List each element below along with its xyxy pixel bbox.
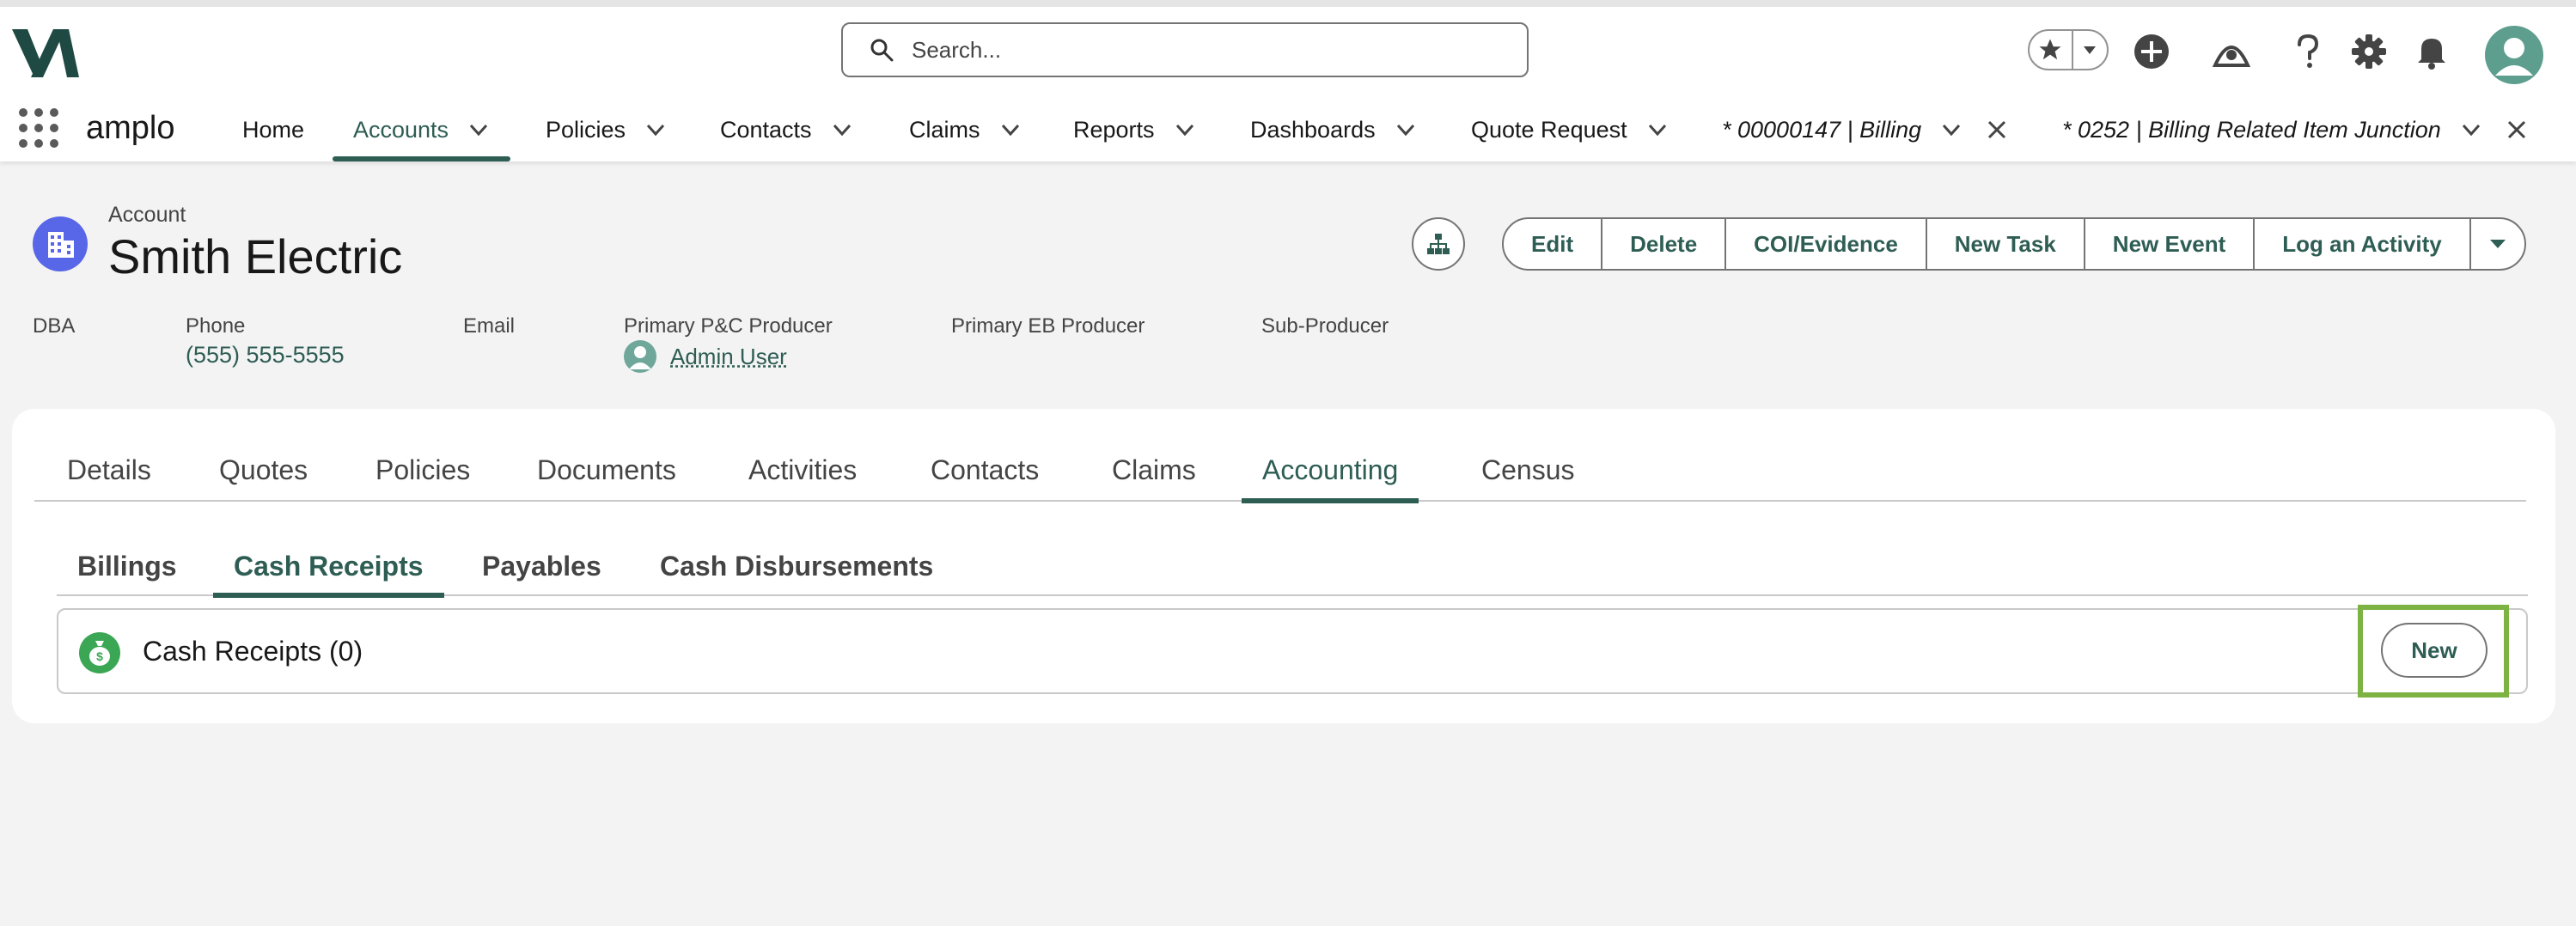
close-icon[interactable] (2506, 119, 2527, 140)
app-launcher-icon[interactable] (19, 108, 58, 148)
nav-item-label: Reports (1073, 116, 1155, 143)
subtab-cash-disbursements[interactable]: Cash Disbursements (660, 538, 933, 594)
more-actions-button[interactable] (2471, 219, 2524, 269)
tab-policies[interactable]: Policies (375, 440, 470, 500)
nav-tab-billing-related-item[interactable]: * 0252 | Billing Related Item Junction (2062, 100, 2527, 160)
record-title: Smith Electric (108, 229, 403, 283)
chevron-down-icon[interactable] (1646, 119, 1669, 141)
nav-tab-billing[interactable]: * 00000147 | Billing (1722, 100, 2007, 160)
caret-down-icon (2489, 240, 2506, 248)
new-cash-receipt-button[interactable]: New (2381, 623, 2487, 678)
nav-item-label: Contacts (720, 116, 812, 143)
cash-receipt-icon: $ (79, 632, 120, 673)
tab-claims[interactable]: Claims (1112, 440, 1196, 500)
app-name: amplo (86, 110, 175, 146)
admin-user-link[interactable]: Admin User (670, 344, 787, 370)
close-icon[interactable] (1987, 119, 2007, 140)
nav-item-label: Accounts (353, 116, 449, 143)
search-icon (870, 39, 894, 62)
chevron-down-icon[interactable] (1395, 119, 1417, 141)
highlight-label-primary-pc-producer: Primary P&C Producer (624, 314, 833, 338)
coi-evidence-button[interactable]: COI/Evidence (1726, 219, 1927, 269)
nav-item-label: Dashboards (1250, 116, 1376, 143)
favorites-star-icon[interactable] (2030, 31, 2073, 69)
highlight-label-primary-eb-producer: Primary EB Producer (951, 314, 1145, 338)
new-event-button[interactable]: New Event (2085, 219, 2256, 269)
nav-item-dashboards[interactable]: Dashboards (1250, 100, 1417, 160)
accounting-subtabs: Billings Cash Receipts Payables Cash Dis… (57, 538, 2528, 598)
user-avatar-icon[interactable] (2485, 26, 2543, 84)
record-type-label: Account (108, 203, 186, 227)
setup-gear-icon[interactable] (2348, 31, 2390, 72)
tab-contacts[interactable]: Contacts (931, 440, 1039, 500)
chevron-down-icon[interactable] (999, 119, 1022, 141)
search-input[interactable] (912, 36, 1496, 64)
edit-button[interactable]: Edit (1504, 219, 1603, 269)
tab-census[interactable]: Census (1481, 440, 1575, 500)
chevron-down-icon[interactable] (467, 119, 490, 141)
record-detail-card: Details Quotes Policies Documents Activi… (12, 409, 2555, 723)
view-hierarchy-button[interactable] (1412, 217, 1465, 271)
highlight-label-phone: Phone (186, 314, 246, 338)
subtab-payables[interactable]: Payables (482, 538, 601, 594)
add-icon[interactable] (2131, 31, 2172, 72)
nav-item-contacts[interactable]: Contacts (720, 100, 853, 160)
app-nav-bar: amplo Home Accounts Policies Contacts Cl… (0, 100, 2576, 161)
new-task-button[interactable]: New Task (1927, 219, 2085, 269)
nav-item-accounts[interactable]: Accounts (332, 100, 511, 161)
related-list-title[interactable]: Cash Receipts (0) (143, 636, 363, 667)
trailhead-icon[interactable] (2211, 31, 2252, 72)
highlight-label-email: Email (463, 314, 516, 338)
chevron-down-icon[interactable] (1940, 119, 1963, 141)
help-icon[interactable] (2287, 31, 2329, 72)
nav-item-policies[interactable]: Policies (546, 100, 667, 160)
nav-item-reports[interactable]: Reports (1073, 100, 1196, 160)
chevron-down-icon[interactable] (831, 119, 853, 141)
tab-details[interactable]: Details (67, 440, 151, 500)
favorites-dropdown-icon[interactable] (2073, 31, 2107, 69)
record-tabs: Details Quotes Policies Documents Activi… (34, 440, 2526, 503)
favorites-button-group (2028, 29, 2109, 70)
tab-documents[interactable]: Documents (537, 440, 676, 500)
subtab-billings[interactable]: Billings (77, 538, 177, 594)
tab-activities[interactable]: Activities (748, 440, 857, 500)
nav-item-quote-request[interactable]: Quote Request (1471, 100, 1669, 160)
highlight-value-phone[interactable]: (555) 555-5555 (186, 342, 345, 369)
chevron-down-icon[interactable] (2460, 119, 2482, 141)
global-search[interactable] (841, 22, 1529, 77)
user-avatar-icon (624, 340, 656, 373)
nav-item-label: Quote Request (1471, 116, 1627, 143)
global-header (0, 0, 2576, 100)
chevron-down-icon[interactable] (1174, 119, 1196, 141)
tab-accounting[interactable]: Accounting (1241, 440, 1419, 503)
nav-item-label: Claims (909, 116, 980, 143)
svg-text:$: $ (96, 649, 103, 663)
highlight-label-dba: DBA (33, 314, 76, 338)
primary-pc-producer-value: Admin User (624, 340, 787, 373)
tab-quotes[interactable]: Quotes (219, 440, 308, 500)
subtab-cash-receipts[interactable]: Cash Receipts (213, 538, 444, 598)
highlight-label-sub-producer: Sub-Producer (1261, 314, 1389, 338)
account-record-icon (33, 216, 88, 271)
nav-tab-label: * 0252 | Billing Related Item Junction (2062, 116, 2441, 143)
nav-item-label: Home (242, 116, 305, 143)
log-activity-button[interactable]: Log an Activity (2255, 219, 2471, 269)
delete-button[interactable]: Delete (1602, 219, 1727, 269)
nav-tab-label: * 00000147 | Billing (1722, 116, 1922, 143)
hierarchy-icon (1427, 234, 1450, 254)
record-actions: Edit Delete COI/Evidence New Task New Ev… (1502, 217, 2526, 271)
nav-item-label: Policies (546, 116, 626, 143)
chevron-down-icon[interactable] (644, 119, 667, 141)
nav-item-home[interactable]: Home (242, 100, 304, 160)
amplo-logo-icon[interactable] (12, 26, 81, 81)
nav-item-claims[interactable]: Claims (909, 100, 1022, 160)
notifications-bell-icon[interactable] (2411, 31, 2452, 72)
cash-receipts-related-list: $ Cash Receipts (0) (57, 608, 2528, 694)
